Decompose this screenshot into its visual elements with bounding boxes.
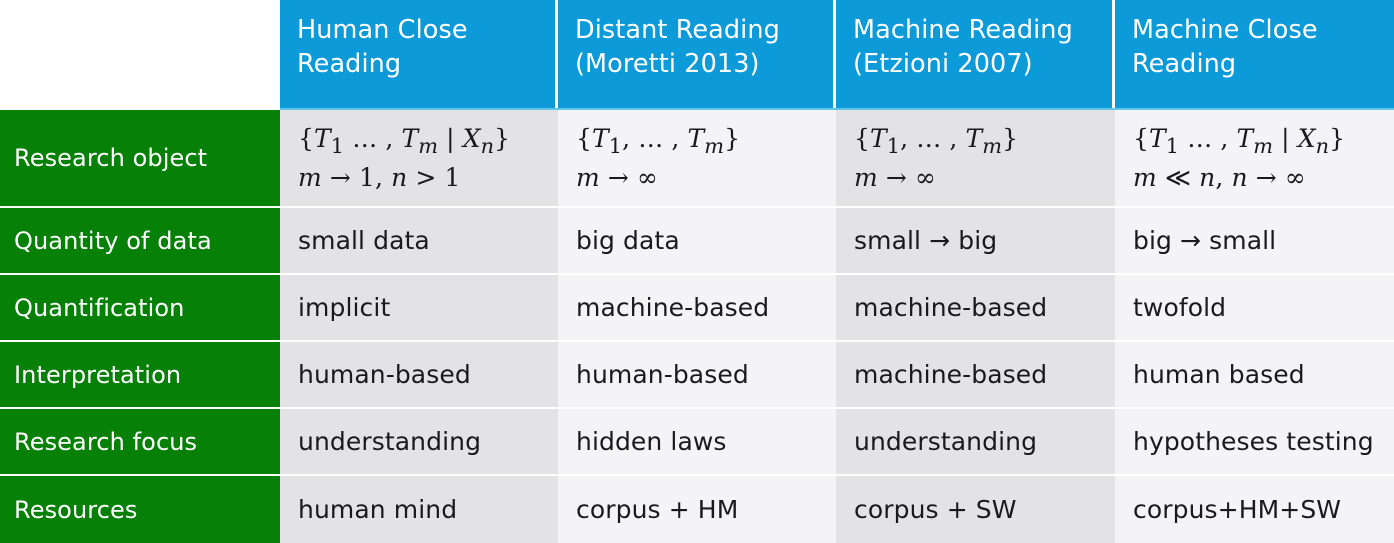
row-gutter-research-focus xyxy=(250,409,280,476)
cell-research-focus-human-close-reading: understanding xyxy=(280,409,558,476)
cell-quantification-machine-close-reading: twofold xyxy=(1115,275,1394,342)
row-label-resources: Resources xyxy=(0,476,250,543)
row-gutter-resources xyxy=(250,476,280,543)
cell-quantity-of-data-machine-reading: small → big xyxy=(836,208,1115,275)
cell-resources-machine-reading: corpus + SW xyxy=(836,476,1115,543)
column-header-human-close-reading: Human Close Reading xyxy=(280,0,558,108)
row-label-quantification: Quantification xyxy=(0,275,250,342)
cell-interpretation-human-close-reading: human-based xyxy=(280,342,558,409)
row-gutter-interpretation xyxy=(250,342,280,409)
row-label-interpretation: Interpretation xyxy=(0,342,250,409)
column-header-distant-reading: Distant Reading (Moretti 2013) xyxy=(558,0,836,108)
comparison-table: Human Close Reading Distant Reading (Mor… xyxy=(0,0,1394,543)
cell-interpretation-machine-close-reading: human based xyxy=(1115,342,1394,409)
cell-research-focus-distant-reading: hidden laws xyxy=(558,409,836,476)
row-label-research-focus: Research focus xyxy=(0,409,250,476)
cell-research-object-distant-reading: {T1, … , Tm} m → ∞ xyxy=(558,110,836,208)
row-label-research-object: Research object xyxy=(0,110,250,208)
row-gutter-quantification xyxy=(250,275,280,342)
cell-quantification-distant-reading: machine-based xyxy=(558,275,836,342)
cell-quantity-of-data-machine-close-reading: big → small xyxy=(1115,208,1394,275)
cell-resources-distant-reading: corpus + HM xyxy=(558,476,836,543)
table-corner-cell xyxy=(0,0,280,110)
cell-resources-human-close-reading: human mind xyxy=(280,476,558,543)
cell-quantification-machine-reading: machine-based xyxy=(836,275,1115,342)
row-gutter-research-object xyxy=(250,110,280,208)
cell-interpretation-distant-reading: human-based xyxy=(558,342,836,409)
cell-quantity-of-data-human-close-reading: small data xyxy=(280,208,558,275)
cell-quantification-human-close-reading: implicit xyxy=(280,275,558,342)
cell-research-focus-machine-close-reading: hypotheses testing xyxy=(1115,409,1394,476)
row-gutter-quantity-of-data xyxy=(250,208,280,275)
column-header-machine-reading: Machine Reading (Etzioni 2007) xyxy=(836,0,1115,108)
column-header-machine-close-reading: Machine Close Reading xyxy=(1115,0,1394,108)
cell-research-object-machine-close-reading: {T1 … , Tm | Xn} m ≪ n, n → ∞ xyxy=(1115,110,1394,208)
cell-quantity-of-data-distant-reading: big data xyxy=(558,208,836,275)
cell-research-focus-machine-reading: understanding xyxy=(836,409,1115,476)
cell-resources-machine-close-reading: corpus+HM+SW xyxy=(1115,476,1394,543)
row-label-quantity-of-data: Quantity of data xyxy=(0,208,250,275)
cell-interpretation-machine-reading: machine-based xyxy=(836,342,1115,409)
cell-research-object-machine-reading: {T1, … , Tm} m → ∞ xyxy=(836,110,1115,208)
cell-research-object-human-close-reading: {T1 … , Tm | Xn} m → 1, n > 1 xyxy=(280,110,558,208)
